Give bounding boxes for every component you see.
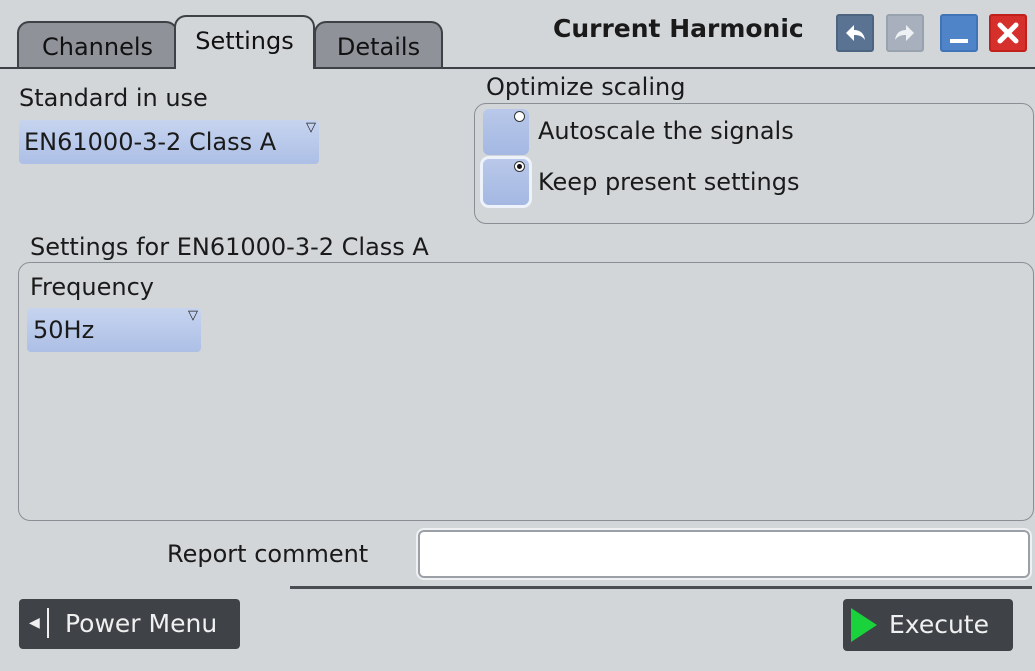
minimize-button[interactable] — [940, 14, 978, 52]
keep-settings-label: Keep present settings — [538, 168, 800, 196]
dropdown-arrow-icon: ▽ — [188, 308, 198, 323]
autoscale-label: Autoscale the signals — [538, 117, 794, 145]
optimize-scaling-label: Optimize scaling — [486, 73, 686, 101]
tab-settings[interactable]: Settings — [174, 15, 315, 69]
standard-label: Standard in use — [19, 84, 208, 112]
redo-arrow-icon — [895, 25, 914, 41]
close-button[interactable] — [989, 14, 1027, 52]
autoscale-radio[interactable] — [483, 109, 529, 155]
tab-bar-divider — [0, 67, 1035, 69]
report-comment-input[interactable] — [416, 528, 1032, 580]
minimize-icon — [950, 39, 968, 43]
redo-button[interactable] — [886, 14, 924, 52]
tab-details[interactable]: Details — [314, 21, 443, 67]
undo-arrow-icon — [846, 25, 865, 41]
standard-dropdown[interactable]: EN61000-3-2 Class A ▽ — [19, 120, 319, 164]
back-arrow-icon: ◀ — [29, 615, 40, 631]
play-icon — [851, 608, 877, 642]
footer-divider — [290, 586, 1032, 589]
settings-group-label: Settings for EN61000-3-2 Class A — [30, 233, 429, 261]
power-menu-label: Power Menu — [65, 609, 218, 638]
report-comment-label: Report comment — [167, 540, 369, 568]
frequency-dropdown[interactable]: 50Hz ▽ — [27, 308, 201, 352]
close-x-icon — [997, 22, 1019, 44]
undo-button[interactable] — [836, 14, 874, 52]
execute-label: Execute — [889, 610, 989, 639]
frequency-value: 50Hz — [33, 316, 95, 344]
tab-channels[interactable]: Channels — [17, 21, 178, 67]
keep-settings-radio[interactable] — [483, 159, 529, 205]
power-menu-button[interactable]: ◀ Power Menu — [19, 599, 240, 649]
dialog-title: Current Harmonic — [553, 14, 804, 43]
standard-value: EN61000-3-2 Class A — [24, 128, 277, 156]
dropdown-arrow-icon: ▽ — [306, 120, 316, 135]
execute-button[interactable]: Execute — [843, 599, 1013, 651]
radio-off-icon — [514, 111, 525, 122]
radio-on-icon — [514, 161, 525, 172]
arrow-bar-icon — [47, 608, 49, 638]
settings-group-box — [18, 262, 1034, 521]
frequency-label: Frequency — [30, 273, 154, 301]
